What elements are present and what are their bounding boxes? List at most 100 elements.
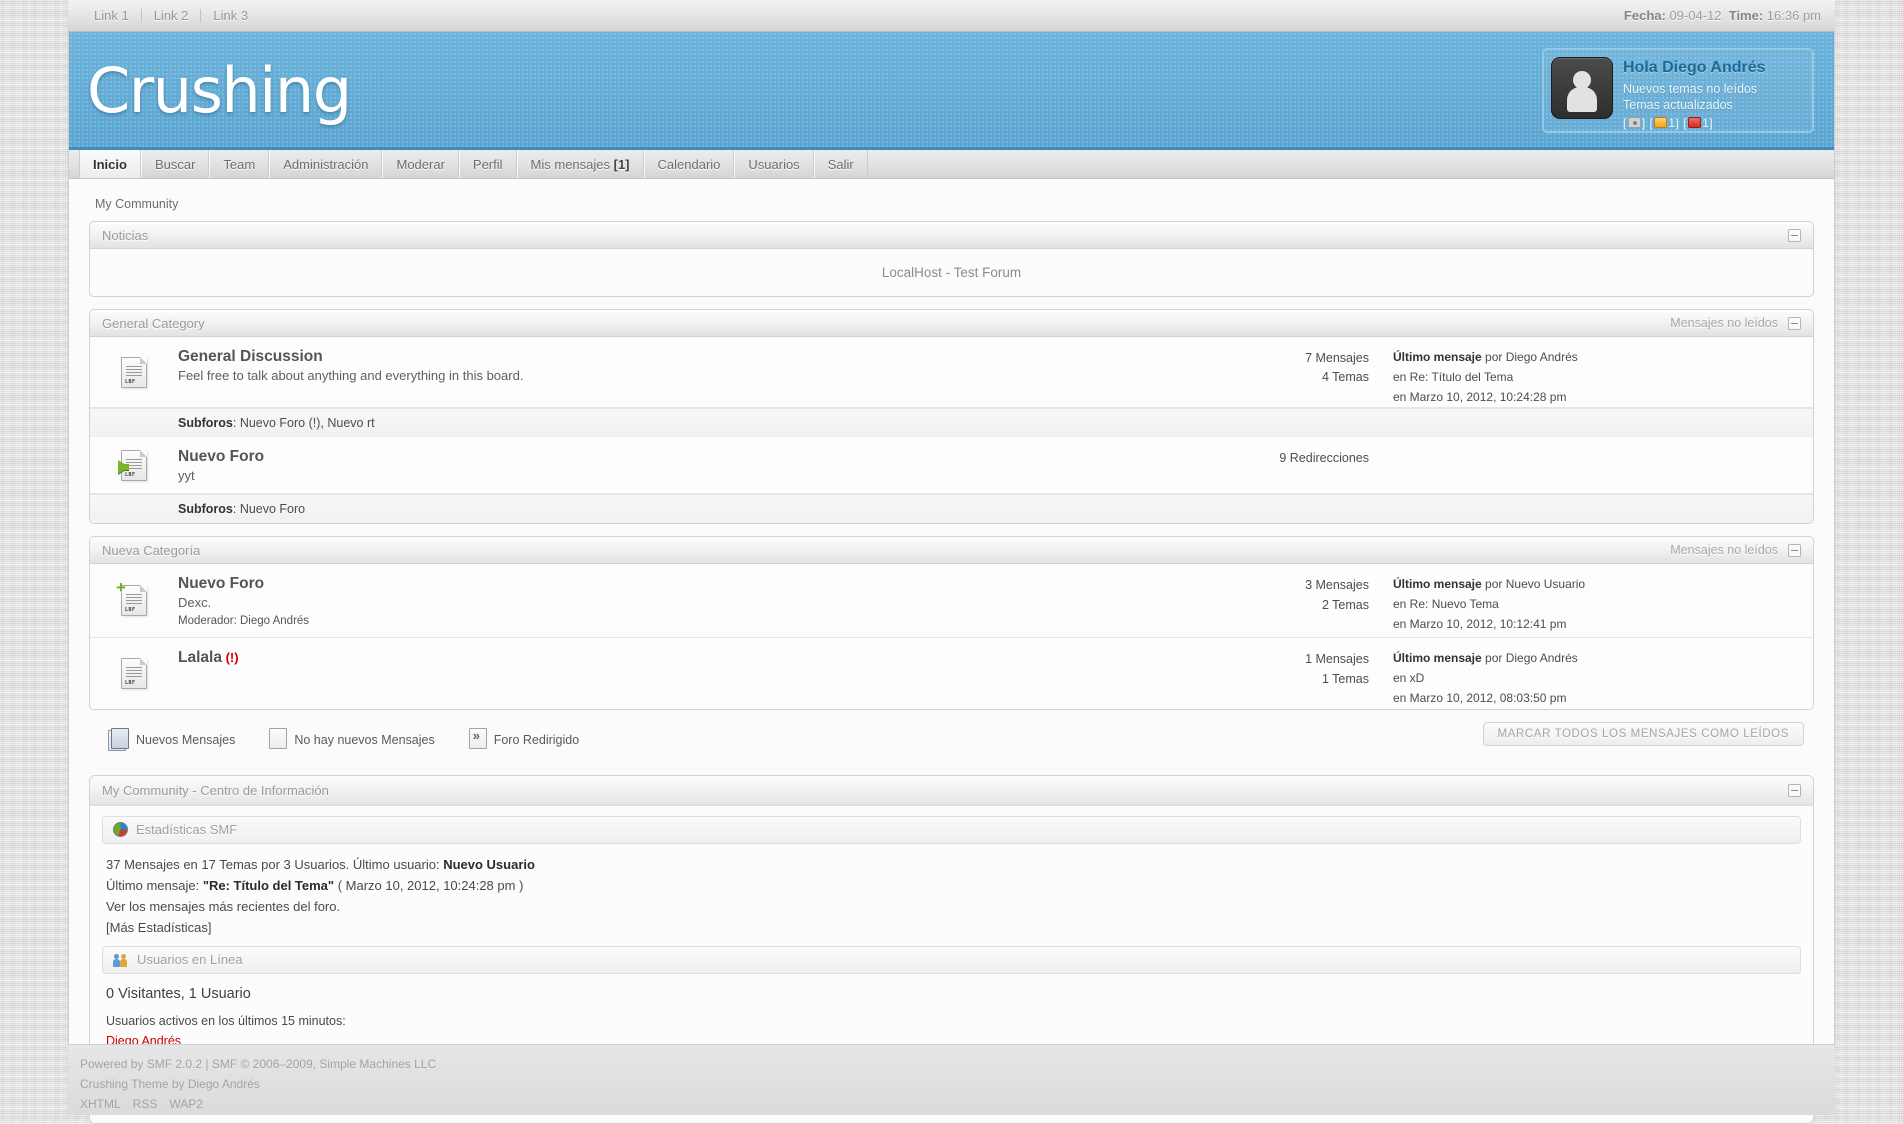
board-off-icon[interactable]: LBF	[121, 658, 147, 689]
board-name[interactable]: Lalala	[178, 649, 222, 666]
pm-new-icon[interactable]	[1688, 117, 1701, 128]
online-active-label: Usuarios activos en los últimos 15 minut…	[106, 1011, 1797, 1031]
last-post-date: en Marzo 10, 2012, 10:24:28 pm	[1393, 388, 1803, 408]
top-link-3[interactable]: Link 3	[201, 8, 260, 23]
news-title: Noticias	[102, 228, 148, 243]
board-stats: 9 Redirecciones	[1133, 437, 1383, 493]
board-info: Nuevo Foro yyt	[178, 437, 1133, 493]
main-navigation: Inicio Buscar Team Administración Modera…	[69, 150, 1834, 179]
board-block: LBF General Discussion Feel free to talk…	[90, 337, 1813, 437]
board-stats: 7 Mensajes 4 Temas	[1133, 337, 1383, 407]
pie-chart-icon	[113, 822, 128, 837]
latest-member[interactable]: Nuevo Usuario	[443, 857, 535, 872]
unread-topics-link[interactable]: Nuevos temas no leídos	[1623, 81, 1766, 98]
nav-item-inicio[interactable]: Inicio	[79, 150, 141, 178]
last-post-subject[interactable]: en Re: Título del Tema	[1393, 368, 1803, 388]
last-post-author[interactable]: por Nuevo Usuario	[1485, 577, 1585, 591]
breadcrumb-home[interactable]: My Community	[95, 197, 178, 211]
last-post-label: Último mensaje	[1393, 651, 1482, 665]
last-post-label: Último mensaje	[1393, 577, 1482, 591]
board-redirect-icon[interactable]: LBF	[121, 450, 147, 481]
last-post-date: en Marzo 10, 2012, 08:03:50 pm	[1393, 689, 1803, 709]
board-new-posts-icon[interactable]: LBF	[121, 357, 147, 388]
last-post-subject[interactable]: en xD	[1393, 669, 1803, 689]
nav-item-moderar[interactable]: Moderar	[382, 150, 458, 178]
pm-count-badge: [1]	[614, 157, 630, 172]
board-new-child-icon[interactable]: +LBF	[121, 585, 147, 616]
nav-item-administracion[interactable]: Administración	[269, 150, 382, 178]
more-stats-link[interactable]: [Más Estadísticas]	[106, 917, 1797, 938]
last-post-subject[interactable]: en Re: Nuevo Tema	[1393, 595, 1803, 615]
board-name[interactable]: General Discussion	[178, 348, 323, 365]
last-post-when: ( Marzo 10, 2012, 10:24:28 pm )	[334, 878, 523, 893]
pm-unread-icon[interactable]	[1654, 117, 1667, 128]
nav-item-calendario[interactable]: Calendario	[644, 150, 735, 178]
collapse-icon[interactable]	[1788, 229, 1801, 242]
category-header: Nueva Categoría Mensajes no leídos	[89, 536, 1814, 564]
doc-lines	[126, 366, 142, 377]
wap2-link[interactable]: WAP2	[169, 1097, 203, 1111]
nav-item-usuarios[interactable]: Usuarios	[734, 150, 813, 178]
last-post-date: en Marzo 10, 2012, 10:12:41 pm	[1393, 615, 1803, 635]
nav-item-team[interactable]: Team	[209, 150, 269, 178]
nav-item-mis-mensajes[interactable]: Mis mensajes [1]	[517, 150, 644, 178]
subboards-label: Subforos	[178, 502, 233, 516]
info-center-header: My Community - Centro de Información	[90, 776, 1813, 806]
subboards-list[interactable]: Nuevo Foro (!), Nuevo rt	[240, 416, 375, 430]
mark-all-read-button[interactable]: Marcar todos los mensajes como leídos	[1483, 722, 1804, 746]
subboards-list[interactable]: Nuevo Foro	[240, 502, 305, 516]
board-topics-count: 4 Temas	[1133, 368, 1369, 387]
green-plus-icon: +	[116, 581, 130, 595]
board-topics-count: 1 Temas	[1133, 670, 1369, 689]
nav-item-salir[interactable]: Salir	[814, 150, 868, 178]
last-post-author[interactable]: por Diego Andrés	[1485, 350, 1578, 364]
unread-link[interactable]: Mensajes no leídos	[1670, 316, 1778, 330]
nav-item-perfil[interactable]: Perfil	[459, 150, 517, 178]
category-nueva-categoria: Nueva Categoría Mensajes no leídos +LBF …	[89, 536, 1814, 709]
board-last-post: Último mensaje por Diego Andrés en Re: T…	[1383, 337, 1813, 407]
updated-topics-link[interactable]: Temas actualizados	[1623, 97, 1766, 114]
board-list: LBF General Discussion Feel free to talk…	[89, 337, 1814, 524]
category-title[interactable]: General Category	[102, 316, 205, 331]
recent-posts-link[interactable]: Ver los mensajes más recientes del foro.	[106, 896, 1797, 917]
rss-link[interactable]: RSS	[133, 1097, 158, 1111]
avatar[interactable]	[1551, 57, 1613, 119]
xhtml-link[interactable]: XHTML	[80, 1097, 121, 1111]
user-info-panel: Hola Diego Andrés Nuevos temas no leídos…	[1542, 48, 1814, 133]
board-name[interactable]: Nuevo Foro	[178, 448, 264, 465]
doc-label: LBF	[125, 379, 136, 385]
collapse-icon[interactable]	[1788, 317, 1801, 330]
last-post-title[interactable]: "Re: Título del Tema"	[203, 878, 334, 893]
board-moderator[interactable]: Moderador: Diego Andrés	[178, 615, 1129, 627]
legend-redirect: Foro Redirigido	[469, 728, 579, 749]
site-logo[interactable]: Crushing	[87, 54, 351, 127]
time-value: 16:36 pm	[1767, 8, 1821, 23]
stats-title[interactable]: Estadísticas SMF	[136, 822, 237, 837]
board-info: Nuevo Foro Dexc. Moderador: Diego Andrés	[178, 564, 1133, 637]
site-footer: Powered by SMF 2.0.2 | SMF © 2006–2009, …	[68, 1044, 1835, 1115]
board-name[interactable]: Nuevo Foro	[178, 575, 264, 592]
doc-label: LBF	[125, 680, 136, 686]
no-new-posts-icon	[269, 728, 287, 749]
settings-gear-icon[interactable]	[1628, 117, 1641, 128]
doc-lines	[126, 594, 142, 605]
collapse-icon[interactable]	[1788, 784, 1801, 797]
top-link-2[interactable]: Link 2	[142, 8, 201, 23]
footer-theme-credit: Crushing Theme by Diego Andrés	[80, 1075, 1835, 1095]
doc-label: LBF	[125, 472, 136, 478]
legend-new-label: Nuevos Mensajes	[136, 733, 235, 747]
online-title[interactable]: Usuarios en Línea	[137, 952, 243, 967]
board-legend: Nuevos Mensajes No hay nuevos Mensajes F…	[89, 722, 1814, 749]
nav-label: Mis mensajes	[531, 157, 610, 172]
page-wrapper: Crushing Hola Diego Andrés Nuevos temas …	[68, 32, 1835, 1044]
nav-item-buscar[interactable]: Buscar	[141, 150, 209, 178]
category-header-right: Mensajes no leídos	[1670, 543, 1801, 557]
collapse-icon[interactable]	[1788, 544, 1801, 557]
last-post-prefix: Último mensaje:	[106, 878, 203, 893]
last-post-author[interactable]: por Diego Andrés	[1485, 651, 1578, 665]
unread-link[interactable]: Mensajes no leídos	[1670, 543, 1778, 557]
category-title[interactable]: Nueva Categoría	[102, 543, 200, 558]
top-link-1[interactable]: Link 1	[82, 8, 141, 23]
legend-new-posts: Nuevos Mensajes	[111, 728, 235, 749]
news-body: LocalHost - Test Forum	[89, 249, 1814, 297]
